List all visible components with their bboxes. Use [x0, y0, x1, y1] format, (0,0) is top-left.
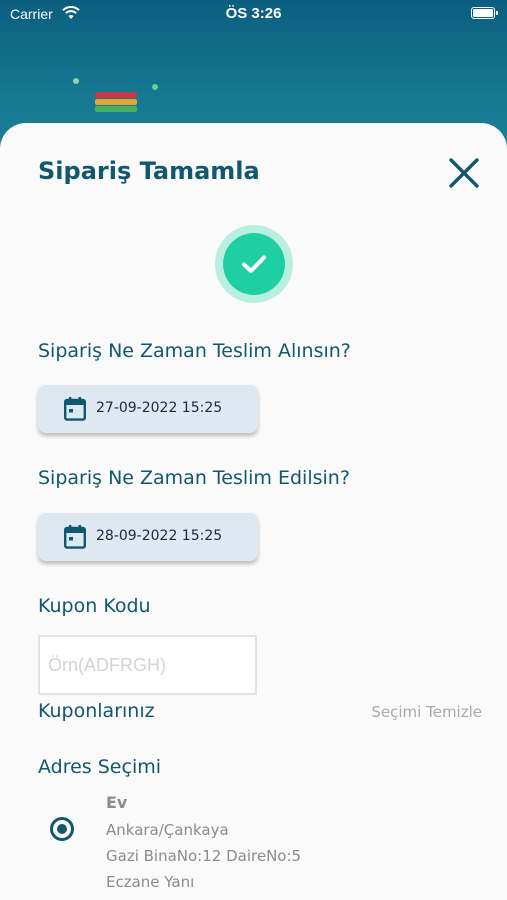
- pickup-time-label: Sipariş Ne Zaman Teslim Alınsın?: [38, 340, 351, 362]
- address-section-label: Adres Seçimi: [38, 756, 162, 778]
- page-title: Sipariş Tamamla: [38, 157, 260, 185]
- header-illustration: [95, 92, 140, 122]
- clear-selection-link[interactable]: Seçimi Temizle: [371, 703, 482, 721]
- clock: ÖS 3:26: [225, 5, 282, 22]
- address-line: Gazi BinaNo:12 DaireNo:5: [106, 847, 302, 865]
- radio-selected-icon: [57, 824, 67, 834]
- address-line: Eczane Yanı: [106, 873, 195, 891]
- my-coupons-link[interactable]: Kuponlarınız: [38, 700, 155, 722]
- close-button[interactable]: [446, 155, 482, 191]
- delivery-date-value: 28-09-2022 15:25: [96, 528, 223, 544]
- close-icon: [449, 158, 479, 188]
- calendar-icon: [64, 525, 87, 553]
- address-name: Ev: [106, 793, 128, 812]
- delivery-time-label: Sipariş Ne Zaman Teslim Edilsin?: [38, 467, 350, 489]
- delivery-date-button[interactable]: 28-09-2022 15:25: [38, 513, 258, 561]
- check-icon: [242, 255, 266, 273]
- battery-icon: [471, 7, 498, 19]
- decor-dot: [152, 84, 158, 90]
- pickup-date-button[interactable]: 27-09-2022 15:25: [38, 385, 258, 433]
- order-complete-sheet: Sipariş Tamamla Sipariş Ne Zaman Teslim …: [0, 123, 507, 900]
- success-indicator: [215, 225, 293, 303]
- address-line: Ankara/Çankaya: [106, 821, 229, 839]
- coupon-code-input[interactable]: [38, 635, 257, 695]
- pickup-date-value: 27-09-2022 15:25: [96, 400, 223, 416]
- calendar-icon: [64, 397, 87, 425]
- address-radio-button[interactable]: [50, 817, 74, 841]
- coupon-code-label: Kupon Kodu: [38, 595, 151, 617]
- decor-dot: [73, 78, 79, 84]
- status-bar: Carrier ÖS 3:26: [0, 0, 507, 28]
